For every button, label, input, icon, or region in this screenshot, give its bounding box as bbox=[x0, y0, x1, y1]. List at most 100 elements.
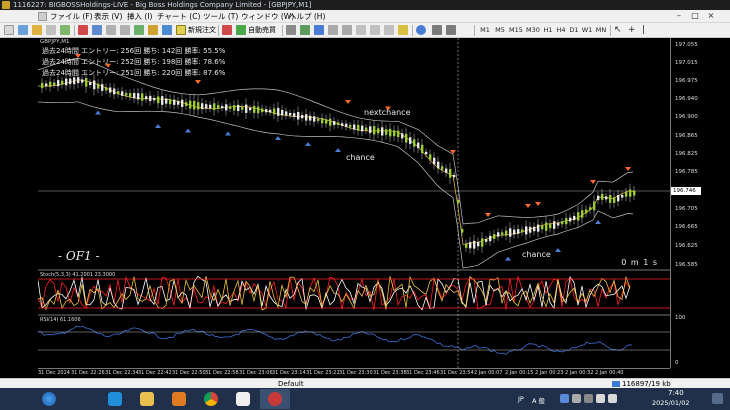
timeframe-m5[interactable]: M5 bbox=[493, 25, 507, 36]
shift-icon[interactable] bbox=[384, 25, 394, 35]
menu-help[interactable]: ヘルプ (H) bbox=[289, 10, 325, 23]
maximize-icon[interactable]: □ bbox=[690, 11, 700, 21]
chart-window-icon[interactable] bbox=[38, 12, 47, 21]
timeframe-m15[interactable]: M15 bbox=[508, 25, 524, 36]
tile-icon[interactable] bbox=[356, 25, 366, 35]
candle-body bbox=[217, 105, 220, 109]
periods-icon[interactable] bbox=[416, 25, 426, 35]
strategy-tester-icon[interactable] bbox=[78, 25, 88, 35]
time-tick: 31 Dec 23:46 bbox=[406, 370, 440, 376]
folder-icon bbox=[140, 392, 154, 406]
ime-language[interactable]: JP bbox=[518, 395, 524, 403]
notification-icon[interactable] bbox=[712, 393, 723, 404]
candle-chart-icon[interactable] bbox=[300, 25, 310, 35]
taskbar-media[interactable] bbox=[164, 389, 194, 409]
new-order-icon[interactable] bbox=[176, 25, 186, 35]
bar-chart-icon[interactable] bbox=[286, 25, 296, 35]
menu-tools[interactable]: ツール (T) bbox=[203, 10, 238, 23]
candle-body bbox=[577, 212, 580, 221]
network-icon[interactable] bbox=[596, 394, 605, 403]
indicators-icon[interactable] bbox=[398, 25, 408, 35]
moving-average-line bbox=[38, 79, 634, 245]
scroll-icon[interactable] bbox=[370, 25, 380, 35]
taskbar-edge[interactable] bbox=[100, 389, 130, 409]
line-chart-icon[interactable] bbox=[314, 25, 324, 35]
timeframe-h4[interactable]: H4 bbox=[555, 25, 567, 36]
taskbar-chrome[interactable] bbox=[196, 389, 226, 409]
new-chart-icon[interactable] bbox=[4, 25, 14, 35]
timeframe-d1[interactable]: D1 bbox=[568, 25, 580, 36]
timeframe-mn[interactable]: MN bbox=[594, 25, 608, 36]
windows-logo-icon bbox=[42, 392, 56, 406]
volume-icon[interactable] bbox=[608, 394, 617, 403]
tray-app-icon[interactable] bbox=[560, 394, 569, 403]
ime-mode[interactable]: A 般 bbox=[532, 395, 545, 405]
candle-body bbox=[245, 104, 248, 113]
close-icon[interactable]: × bbox=[706, 11, 716, 21]
time-tick: 2 Jan 00:32 bbox=[565, 370, 594, 376]
navigator-icon[interactable] bbox=[46, 25, 56, 35]
vertical-line-icon[interactable]: | bbox=[642, 25, 652, 35]
cursor-icon[interactable]: ↖ bbox=[614, 25, 624, 35]
timeframe-m1[interactable]: M1 bbox=[478, 25, 492, 36]
tray-keyboard-icon[interactable] bbox=[584, 394, 593, 403]
timeframe-w1[interactable]: W1 bbox=[581, 25, 593, 36]
candle-body bbox=[169, 99, 172, 105]
candle-body bbox=[213, 103, 216, 111]
zoom-icon[interactable] bbox=[328, 25, 338, 35]
candle-body bbox=[209, 104, 212, 109]
stat-period: 過去24時間 bbox=[42, 58, 79, 66]
candle-body bbox=[229, 106, 232, 109]
period-separator-icon[interactable] bbox=[446, 25, 456, 35]
profiles-icon[interactable] bbox=[18, 25, 28, 35]
templates-icon[interactable] bbox=[432, 25, 442, 35]
clock-time[interactable]: 7:40 bbox=[668, 389, 684, 397]
tile-windows-icon[interactable] bbox=[134, 25, 144, 35]
autotrade-icon[interactable] bbox=[236, 25, 246, 35]
chart-canvas[interactable] bbox=[38, 38, 670, 368]
autoscroll-icon[interactable] bbox=[148, 25, 158, 35]
zoom-in-icon[interactable] bbox=[106, 25, 116, 35]
tray-settings-icon[interactable] bbox=[572, 394, 581, 403]
candle-body bbox=[361, 125, 364, 132]
candle-body bbox=[557, 222, 560, 226]
candle-body bbox=[349, 125, 352, 128]
taskbar-explorer[interactable] bbox=[132, 389, 162, 409]
autotrade-button[interactable]: 自動売買 bbox=[248, 23, 276, 38]
candle-body bbox=[489, 235, 492, 242]
crosshair-tool-icon[interactable]: + bbox=[628, 25, 638, 35]
candle-body bbox=[593, 201, 596, 211]
candle-body bbox=[125, 92, 128, 96]
ea-icon[interactable] bbox=[222, 25, 232, 35]
clock-date[interactable]: 2025/01/02 bbox=[652, 399, 689, 407]
menu-insert[interactable]: 挿入 (I) bbox=[127, 10, 152, 23]
time-tick: 31 Dec 23:06 bbox=[239, 370, 273, 376]
new-order-button[interactable]: 新規注文 bbox=[188, 23, 216, 38]
zoom-out-icon[interactable] bbox=[120, 25, 130, 35]
menu-chart[interactable]: チャート (C) bbox=[157, 10, 200, 23]
taskbar-app[interactable] bbox=[228, 389, 258, 409]
timeframe-m30[interactable]: M30 bbox=[525, 25, 541, 36]
time-tick: 31 Dec 23:22 bbox=[306, 370, 340, 376]
timeframe-h1[interactable]: H1 bbox=[542, 25, 554, 36]
menu-file[interactable]: ファイル (F) bbox=[50, 10, 93, 23]
edge-icon bbox=[108, 392, 122, 406]
candle-body bbox=[521, 229, 524, 233]
minimize-icon[interactable]: – bbox=[674, 11, 684, 21]
zoom-out-2-icon[interactable] bbox=[342, 25, 352, 35]
menu-window[interactable]: ウィンドウ (W) bbox=[241, 10, 294, 23]
price-axis[interactable]: 197.055 197.015 196.975 196.940 196.900 … bbox=[670, 38, 730, 368]
chart-shift-icon[interactable] bbox=[162, 25, 172, 35]
candle-body bbox=[329, 118, 332, 126]
terminal-icon[interactable] bbox=[60, 25, 70, 35]
menu-view[interactable]: 表示 (V) bbox=[94, 10, 122, 23]
market-watch-icon[interactable] bbox=[32, 25, 42, 35]
start-button[interactable] bbox=[34, 389, 64, 409]
time-tick: 31 Dec 23:54 bbox=[440, 370, 474, 376]
crosshair-icon[interactable] bbox=[92, 25, 102, 35]
taskbar-metatrader[interactable] bbox=[260, 389, 290, 409]
chart-area[interactable]: GBPJPY,M1 過去24時間 エントリー: 256回 勝ち: 142回 勝率… bbox=[38, 38, 670, 368]
candle-body bbox=[473, 240, 476, 249]
candle-body bbox=[501, 232, 504, 235]
candle-body bbox=[265, 109, 268, 113]
